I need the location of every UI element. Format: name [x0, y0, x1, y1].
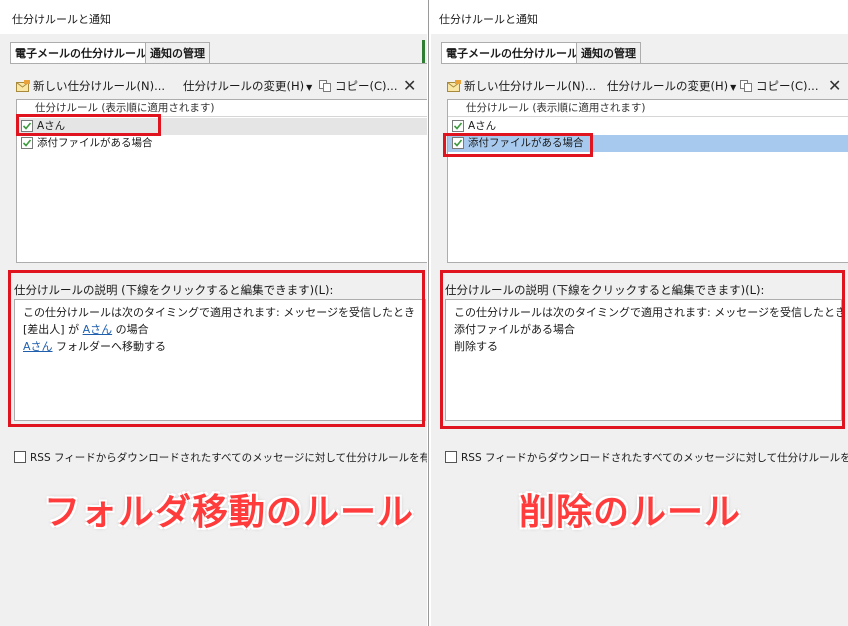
- chevron-down-icon: ▼: [730, 83, 737, 92]
- right-change-rule-label: 仕分けルールの変更(H): [607, 79, 729, 93]
- right-copy-label: コピー(C)...: [756, 79, 819, 93]
- left-title-bar: 仕分けルールと通知: [0, 0, 427, 34]
- right-highlight-rule-row: [443, 133, 593, 157]
- right-rules-list-header: 仕分けルール (表示順に適用されます): [448, 100, 848, 117]
- left-change-rule-label: 仕分けルールの変更(H): [183, 79, 305, 93]
- left-rule-row-attachment-label: 添付ファイルがある場合: [37, 137, 153, 149]
- chevron-down-icon: ▼: [306, 83, 313, 92]
- right-title-mark: ·: [431, 0, 432, 13]
- left-rss-checkbox[interactable]: [14, 451, 26, 463]
- left-highlight-description: [8, 270, 425, 427]
- copy-icon: [319, 80, 331, 92]
- right-tab-notification[interactable]: 通知の管理: [576, 42, 641, 64]
- check-icon[interactable]: [452, 120, 464, 132]
- right-window-title: 仕分けルールと通知: [439, 13, 538, 26]
- right-copy-button[interactable]: コピー(C)...: [740, 76, 818, 96]
- right-title-bar: · 仕分けルールと通知: [431, 0, 848, 34]
- right-new-rule-button[interactable]: 新しい仕分けルール(N)...: [447, 76, 596, 96]
- delete-icon[interactable]: ✕: [403, 76, 416, 96]
- copy-icon: [740, 80, 752, 92]
- left-rss-option[interactable]: RSS フィードからダウンロードされたすべてのメッセージに対して仕分けルールを有…: [14, 450, 427, 465]
- left-tab-email-rules[interactable]: 電子メールの仕分けルール: [10, 42, 152, 65]
- left-new-rule-button[interactable]: 新しい仕分けルール(N)...: [16, 76, 165, 96]
- right-tab-email-rules[interactable]: 電子メールの仕分けルール: [441, 42, 583, 65]
- left-tab-notification[interactable]: 通知の管理: [145, 42, 210, 64]
- left-caption: フォルダ移動のルール: [44, 492, 415, 533]
- left-window-title: 仕分けルールと通知: [12, 13, 111, 26]
- new-rule-icon: [447, 80, 461, 92]
- right-new-rule-label: 新しい仕分けルール(N)...: [464, 79, 597, 93]
- right-change-rule-button[interactable]: 仕分けルールの変更(H) ▼: [607, 76, 736, 96]
- left-change-rule-button[interactable]: 仕分けルールの変更(H) ▼: [183, 76, 312, 96]
- right-caption: 削除のルール: [519, 492, 742, 533]
- left-rss-label: RSS フィードからダウンロードされたすべてのメッセージに対して仕分けルールを有…: [30, 452, 427, 464]
- right-rss-label: RSS フィードからダウンロードされたすべてのメッセージに対して仕分けルールを有…: [461, 452, 848, 464]
- right-rss-option[interactable]: RSS フィードからダウンロードされたすべてのメッセージに対して仕分けルールを有…: [445, 450, 848, 465]
- left-rule-row-attachment[interactable]: 添付ファイルがある場合: [17, 135, 427, 152]
- left-copy-button[interactable]: コピー(C)...: [319, 76, 397, 96]
- new-rule-icon: [16, 80, 30, 92]
- left-dialog: 仕分けルールと通知 電子メールの仕分けルール 通知の管理 新しい仕分けルール(N…: [0, 0, 427, 626]
- left-new-rule-label: 新しい仕分けルール(N)...: [33, 79, 166, 93]
- delete-icon[interactable]: ✕: [828, 76, 841, 96]
- right-rules-list[interactable]: 仕分けルール (表示順に適用されます) Aさん 添付ファイルがある場合: [447, 99, 848, 263]
- left-highlight-rule-row: [16, 114, 161, 136]
- left-copy-label: コピー(C)...: [335, 79, 398, 93]
- right-dialog: · 仕分けルールと通知 電子メールの仕分けルール 通知の管理 新しい仕分けルール…: [431, 0, 848, 626]
- right-highlight-description: [440, 270, 845, 429]
- check-icon[interactable]: [21, 137, 33, 149]
- right-rss-checkbox[interactable]: [445, 451, 457, 463]
